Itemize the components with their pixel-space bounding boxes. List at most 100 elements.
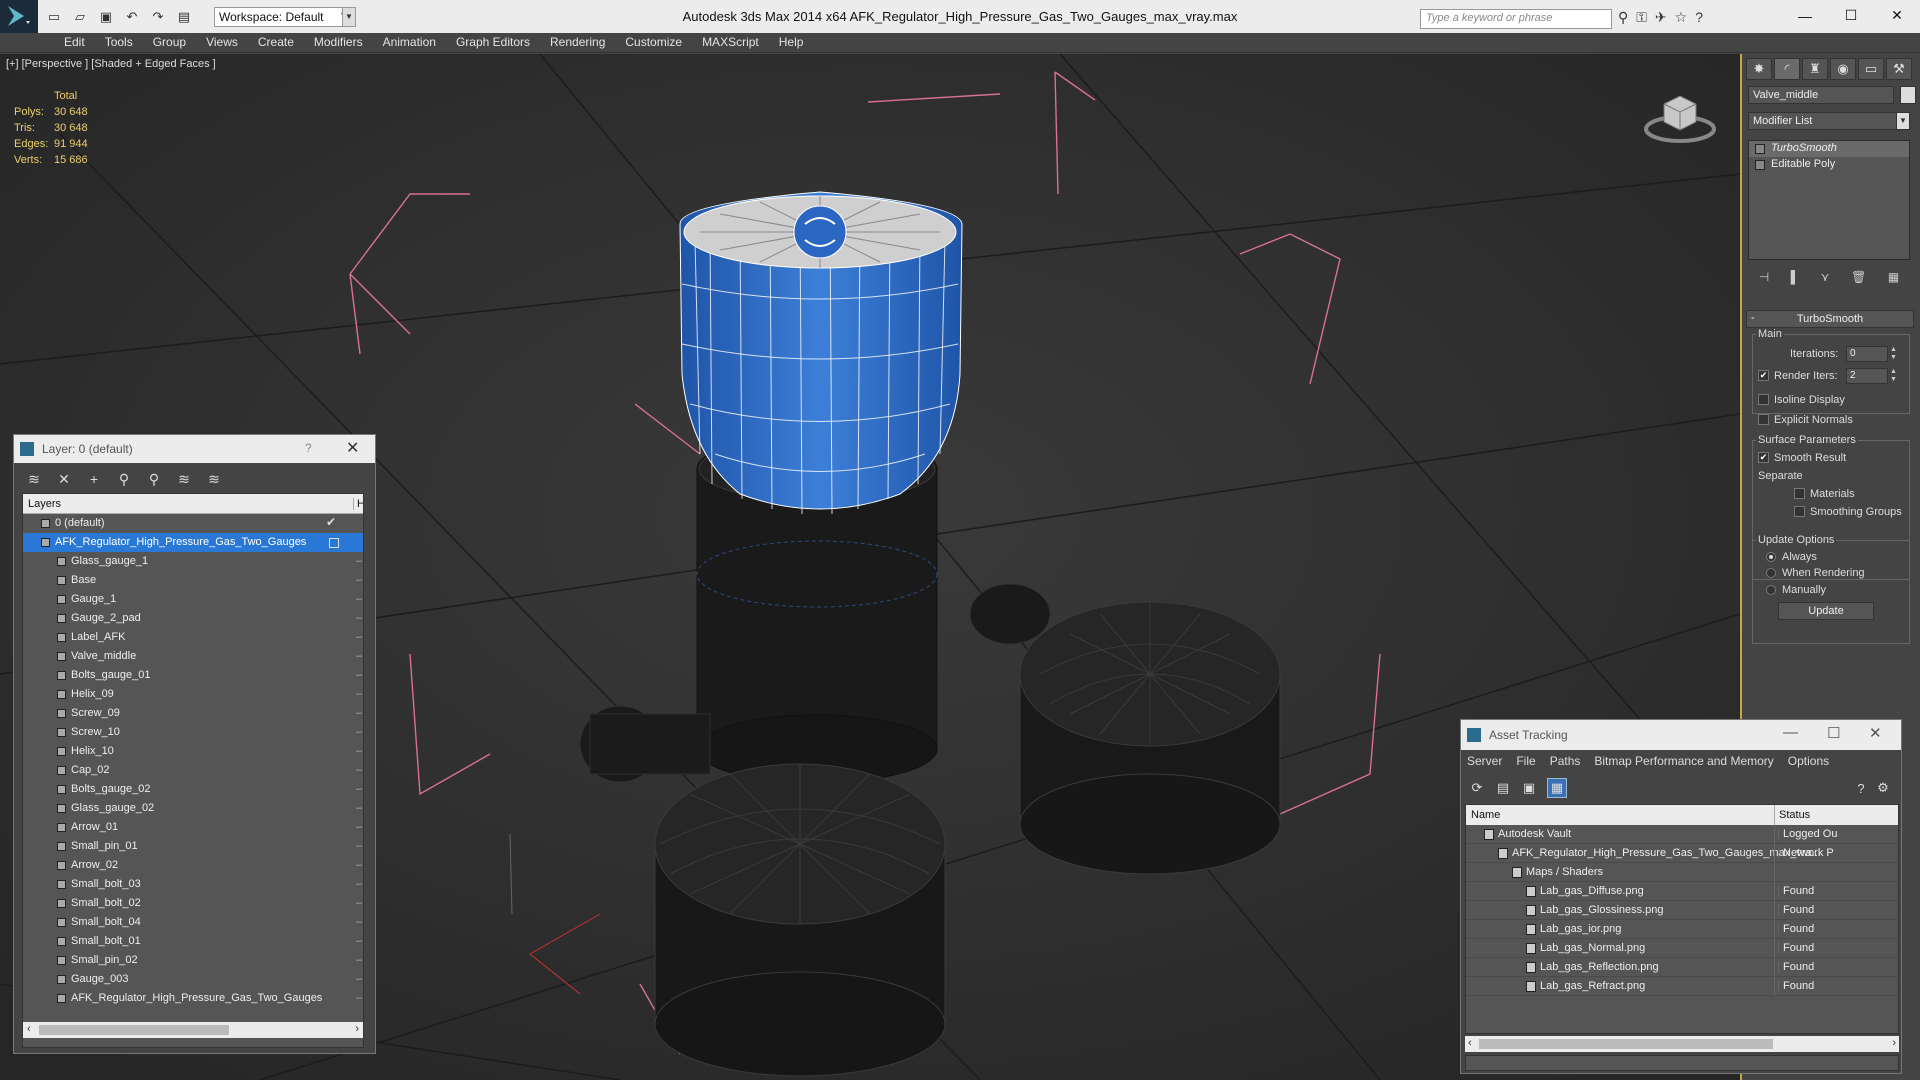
manually-radio[interactable] (1766, 585, 1776, 595)
hide-toggle[interactable]: – (356, 821, 362, 833)
object-color-swatch[interactable] (1900, 86, 1916, 104)
maximize-button[interactable]: ☐ (1828, 0, 1874, 31)
menu-group[interactable]: Group (143, 33, 196, 52)
layer-object-row[interactable]: Small_bolt_01 – (23, 932, 363, 951)
scroll-right-icon[interactable]: › (1892, 1037, 1896, 1049)
hide-toggle[interactable]: – (356, 612, 362, 624)
status-column-header[interactable]: Status (1774, 805, 1814, 825)
stack-item-turbosmooth[interactable]: TurboSmooth (1749, 141, 1909, 157)
layer-object-row[interactable]: Cap_02 – (23, 761, 363, 780)
asset-row[interactable]: Lab_gas_ior.png Found (1466, 920, 1898, 939)
redo-icon[interactable]: ↷ (148, 7, 168, 27)
layer-object-row[interactable]: Base – (23, 571, 363, 590)
layer-object-row[interactable]: Small_pin_02 – (23, 951, 363, 970)
layer-object-row[interactable]: Bolts_gauge_01 – (23, 666, 363, 685)
always-radio[interactable] (1766, 552, 1776, 562)
open-file-icon[interactable]: ▱ (70, 7, 90, 27)
workspace-dropdown[interactable]: Workspace: Default ▼ (214, 7, 352, 27)
hide-toggle[interactable]: – (356, 555, 362, 567)
subscription-icon[interactable]: ⚿ (1636, 9, 1647, 26)
smooth-result-checkbox[interactable]: ✔ (1758, 452, 1769, 463)
scroll-thumb[interactable] (1479, 1039, 1773, 1049)
hide-toggle[interactable]: – (356, 802, 362, 814)
help-icon[interactable]: ? (305, 441, 312, 455)
asset-row[interactable]: Lab_gas_Normal.png Found (1466, 939, 1898, 958)
hide-toggle[interactable]: – (356, 954, 362, 966)
freeze-layers-icon[interactable]: ≋ (204, 469, 224, 489)
smoothing-groups-checkbox[interactable] (1794, 506, 1805, 517)
chevron-down-icon[interactable]: ▼ (1896, 112, 1910, 130)
asset-path-field[interactable] (1465, 1055, 1899, 1071)
delete-layer-icon[interactable]: ✕ (54, 469, 74, 489)
asset-row[interactable]: Lab_gas_Refract.png Found (1466, 977, 1898, 996)
table-view-icon[interactable]: ▦ (1547, 778, 1567, 798)
new-file-icon[interactable]: ▭ (44, 7, 64, 27)
configure-sets-icon[interactable]: ▦ (1888, 270, 1899, 284)
asset-row[interactable]: Lab_gas_Glossiness.png Found (1466, 901, 1898, 920)
modify-tab-icon[interactable]: ◜ (1774, 58, 1800, 80)
asset-row[interactable]: Lab_gas_Reflection.png Found (1466, 958, 1898, 977)
menu-tools[interactable]: Tools (95, 33, 143, 52)
hide-toggle[interactable]: – (356, 973, 362, 985)
scroll-thumb[interactable] (39, 1025, 229, 1035)
hide-layers-icon[interactable]: ≋ (174, 469, 194, 489)
asset-row[interactable]: Lab_gas_Diffuse.png Found (1466, 882, 1898, 901)
app-menu-button[interactable] (0, 0, 38, 33)
render-iters-checkbox[interactable]: ✔ (1758, 370, 1769, 381)
menu-edit[interactable]: Edit (54, 33, 95, 52)
viewport-label[interactable]: [+] [Perspective ] [Shaded + Edged Faces… (6, 58, 216, 70)
layer-object-row[interactable]: Glass_gauge_1 – (23, 552, 363, 571)
hide-toggle[interactable]: – (356, 593, 362, 605)
render-iters-spinner[interactable]: 2 (1846, 368, 1888, 384)
hide-toggle[interactable]: – (356, 764, 362, 776)
help-icon[interactable]: ? (1851, 778, 1871, 798)
update-button[interactable]: Update (1778, 602, 1874, 620)
save-icon[interactable]: ▣ (96, 7, 116, 27)
layer-object-row[interactable]: AFK_Regulator_High_Pressure_Gas_Two_Gaug… (23, 989, 363, 1008)
hide-toggle[interactable]: – (356, 707, 362, 719)
layer-object-row[interactable]: Gauge_1 – (23, 590, 363, 609)
layer-row-main[interactable]: AFK_Regulator_High_Pressure_Gas_Two_Gaug… (23, 533, 363, 552)
maximize-icon[interactable]: ☐ (1827, 724, 1840, 742)
hide-toggle[interactable]: – (356, 878, 362, 890)
binoculars-icon[interactable]: ⚲ (1618, 9, 1628, 26)
hide-toggle[interactable]: – (356, 745, 362, 757)
asset-menu-options[interactable]: Options (1788, 754, 1829, 768)
layer-object-row[interactable]: Arrow_01 – (23, 818, 363, 837)
hide-toggle[interactable]: – (356, 992, 362, 1004)
thumbnail-view-icon[interactable]: ▣ (1519, 778, 1539, 798)
layer-object-row[interactable]: Bolts_gauge_02 – (23, 780, 363, 799)
asset-row[interactable]: Autodesk Vault Logged Ou (1466, 825, 1898, 844)
layer-object-row[interactable]: Small_bolt_04 – (23, 913, 363, 932)
menu-create[interactable]: Create (248, 33, 304, 52)
help-icon[interactable]: ? (1695, 9, 1703, 26)
display-tab-icon[interactable]: ▭ (1858, 58, 1884, 80)
select-objects-icon[interactable]: ⚲ (114, 469, 134, 489)
minimize-button[interactable]: — (1782, 0, 1828, 31)
undo-icon[interactable]: ↶ (122, 7, 142, 27)
hide-toggle[interactable]: – (356, 688, 362, 700)
menu-rendering[interactable]: Rendering (540, 33, 615, 52)
minimize-icon[interactable]: — (1783, 724, 1798, 741)
menu-maxscript[interactable]: MAXScript (692, 33, 769, 52)
qat-customize-button[interactable]: ▼ (342, 7, 356, 27)
horizontal-scrollbar[interactable]: ‹ › (23, 1022, 363, 1038)
menu-customize[interactable]: Customize (615, 33, 692, 52)
layer-object-row[interactable]: Label_AFK – (23, 628, 363, 647)
layer-object-row[interactable]: Valve_middle – (23, 647, 363, 666)
favorites-star-icon[interactable]: ☆ (1675, 9, 1688, 26)
layer-object-row[interactable]: Screw_09 – (23, 704, 363, 723)
remove-modifier-icon[interactable]: 🗑 (1851, 270, 1866, 284)
create-layer-icon[interactable]: ≋ (24, 469, 44, 489)
object-name-field[interactable]: Valve_middle (1748, 86, 1894, 104)
hierarchy-tab-icon[interactable]: ♜ (1802, 58, 1828, 80)
iterations-spinner[interactable]: 0 (1846, 346, 1888, 362)
make-unique-icon[interactable]: ⋎ (1821, 270, 1830, 284)
layer-object-row[interactable]: Gauge_2_pad – (23, 609, 363, 628)
active-layer-check-icon[interactable]: ✔ (326, 515, 336, 529)
hide-toggle[interactable]: – (356, 574, 362, 586)
hide-toggle[interactable]: – (356, 916, 362, 928)
layer-object-row[interactable]: Small_bolt_03 – (23, 875, 363, 894)
layer-object-row[interactable]: Screw_10 – (23, 723, 363, 742)
stack-item-editable-poly[interactable]: Editable Poly (1749, 157, 1909, 173)
